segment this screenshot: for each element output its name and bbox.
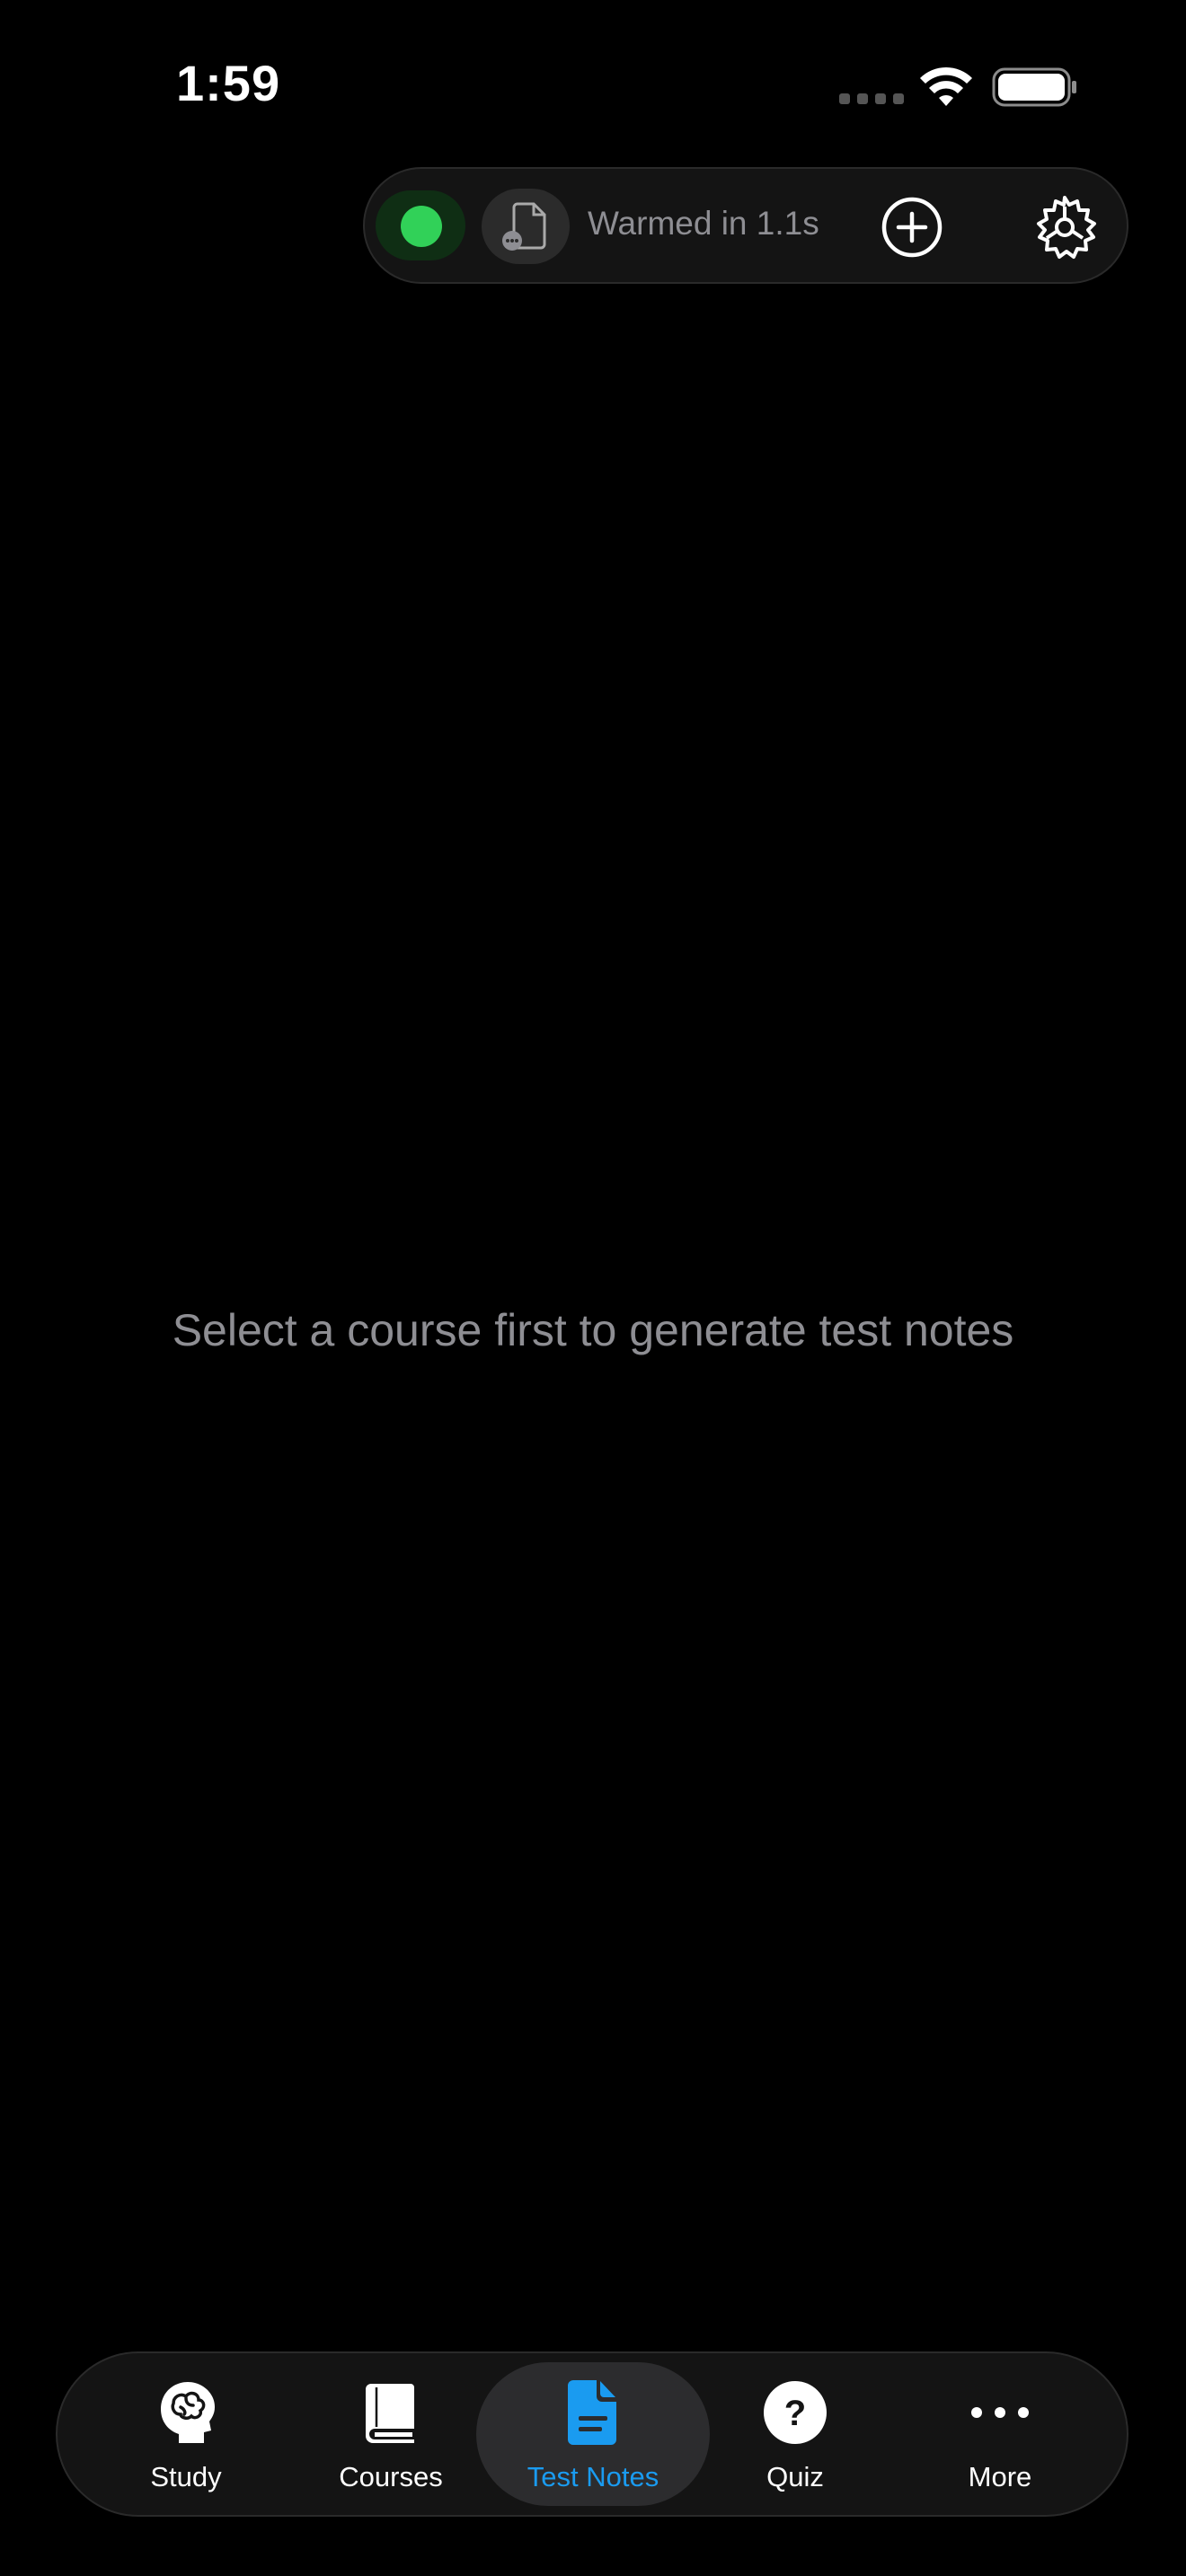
document-text-icon [568, 2380, 616, 2445]
tab-quiz[interactable]: ? Quiz [683, 2362, 907, 2506]
tab-study-label: Study [150, 2461, 222, 2492]
tab-test-notes-label: Test Notes [527, 2461, 659, 2492]
document-icon [502, 202, 546, 251]
gear-icon[interactable] [1031, 194, 1098, 260]
tab-courses-label: Courses [339, 2461, 443, 2492]
tab-more[interactable]: More [888, 2362, 1112, 2506]
status-bar: 1:59 [0, 0, 1186, 171]
warm-status-text: Warmed in 1.1s [588, 205, 819, 242]
svg-text:?: ? [784, 2394, 806, 2433]
tab-bar: Study Courses Test Notes ? Quiz More [56, 2351, 1128, 2517]
tab-test-notes[interactable]: Test Notes [476, 2362, 710, 2506]
document-button[interactable] [482, 189, 570, 264]
status-time: 1:59 [176, 55, 281, 111]
model-status-indicator[interactable] [376, 190, 465, 260]
question-circle-icon: ? [764, 2381, 827, 2444]
book-icon [366, 2384, 414, 2443]
tab-quiz-label: Quiz [766, 2461, 824, 2492]
top-toolbar: Warmed in 1.1s [363, 167, 1128, 284]
empty-state-message: Select a course first to generate test n… [172, 1305, 1014, 1355]
cellular-signal-icon [839, 93, 904, 104]
wifi-icon [920, 66, 972, 106]
tab-study[interactable]: Study [74, 2362, 298, 2506]
brain-head-icon [161, 2382, 215, 2443]
battery-icon [992, 67, 1076, 107]
ellipsis-icon [971, 2407, 1029, 2418]
status-dot [401, 206, 442, 247]
tab-more-label: More [968, 2461, 1032, 2492]
plus-circle-icon[interactable] [881, 196, 943, 259]
tab-courses[interactable]: Courses [279, 2362, 503, 2506]
